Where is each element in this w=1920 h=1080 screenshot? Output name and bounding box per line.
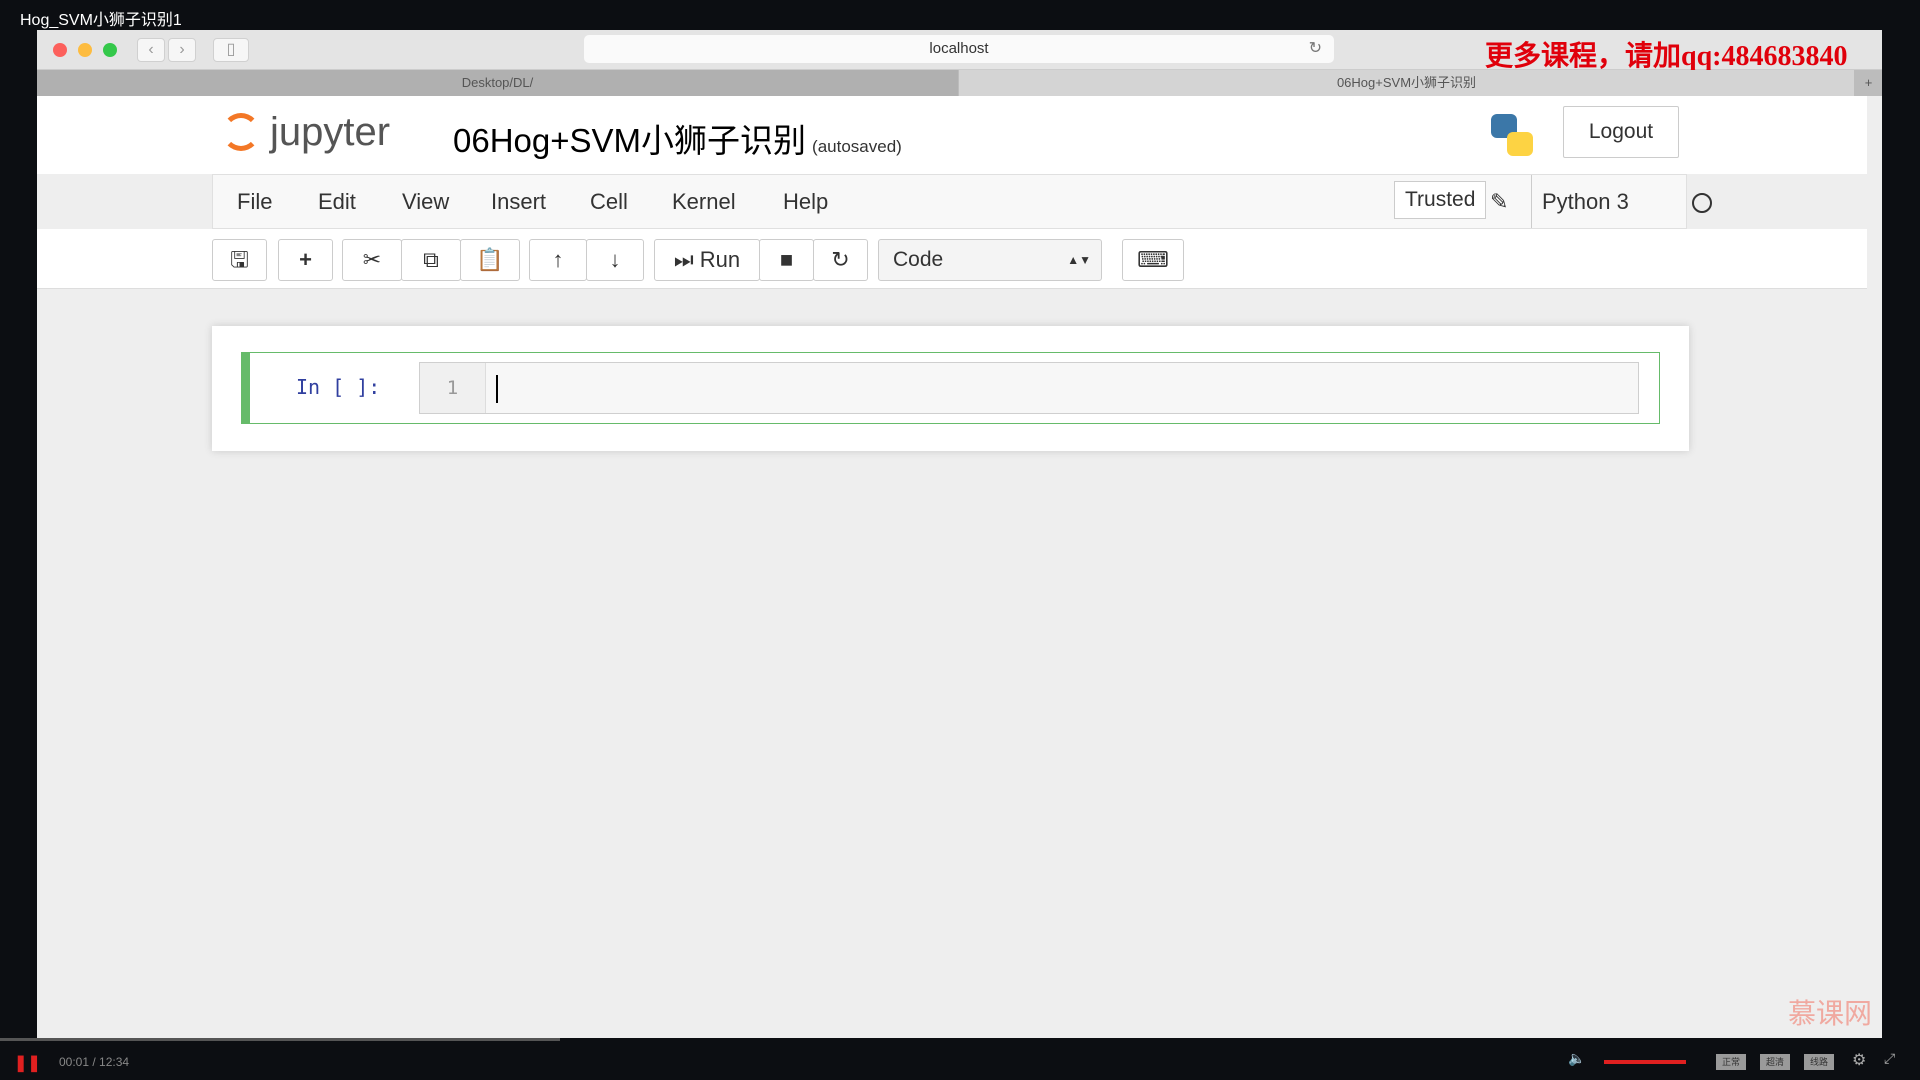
save-icon[interactable]: 🖫 — [212, 239, 267, 281]
menu-cell[interactable]: Cell — [590, 175, 628, 228]
autosave-status: (autosaved) — [812, 137, 902, 156]
minimize-window-button[interactable] — [78, 43, 92, 57]
new-tab-button[interactable]: + — [1855, 70, 1882, 96]
address-bar[interactable]: localhost ↻ — [584, 35, 1334, 63]
kernel-idle-icon — [1692, 193, 1712, 213]
video-controls: ❚❚ 00:01 / 12:34 🔈 正常 超清 线路 ⚙ ⤢ — [0, 1038, 1920, 1080]
kernel-name: Python 3 — [1531, 175, 1629, 228]
menu-file[interactable]: File — [237, 175, 272, 228]
cell-editor[interactable]: 1 — [419, 362, 1639, 414]
logout-button[interactable]: Logout — [1563, 106, 1679, 158]
promo-overlay: 更多课程，请加qq:484683840 — [1485, 41, 1848, 72]
select-arrows-icon: ▲▼ — [1067, 253, 1091, 267]
quality-normal-button[interactable]: 正常 — [1716, 1054, 1746, 1070]
video-title: Hog_SVM小狮子识别1 — [20, 12, 182, 29]
python-logo-icon — [1491, 114, 1533, 156]
url-text: localhost — [929, 40, 989, 57]
menu-insert[interactable]: Insert — [491, 175, 546, 228]
menu-view[interactable]: View — [402, 175, 449, 228]
menu-bar: File Edit View Insert Cell Kernel Help T… — [212, 174, 1712, 229]
notebook-title[interactable]: 06Hog+SVM小狮子识别 (autosaved) — [453, 114, 902, 162]
sidebar-icon[interactable]: ▯ — [213, 38, 249, 62]
watermark: 慕课网 — [1787, 998, 1872, 1029]
jupyter-logo[interactable]: jupyter — [222, 110, 390, 155]
interrupt-icon[interactable]: ■ — [759, 239, 814, 281]
add-cell-icon[interactable]: + — [278, 239, 333, 281]
jupyter-logo-text: jupyter — [270, 110, 391, 154]
text-cursor — [496, 375, 498, 403]
browser-toolbar: ‹ › ▯ localhost ↻ 更多课程，请加qq:484683840 — [37, 30, 1882, 72]
route-button[interactable]: 线路 — [1804, 1054, 1834, 1070]
close-window-button[interactable] — [53, 43, 67, 57]
edit-pencil-icon[interactable]: ✎ — [1490, 175, 1508, 228]
trusted-badge[interactable]: Trusted — [1394, 181, 1487, 219]
pause-icon[interactable]: ❚❚ — [14, 1053, 41, 1073]
run-icon: ⏭ — [673, 247, 694, 272]
tab-notebook[interactable]: 06Hog+SVM小狮子识别 — [959, 70, 1854, 96]
run-button[interactable]: ⏭ Run — [654, 239, 760, 281]
menu-kernel[interactable]: Kernel — [672, 175, 736, 228]
back-icon[interactable]: ‹ — [137, 38, 165, 62]
copy-icon[interactable]: ⧉ — [401, 239, 461, 281]
menu-edit[interactable]: Edit — [318, 175, 356, 228]
tab-desktop-dl[interactable]: Desktop/DL/ — [37, 70, 958, 96]
menu-help[interactable]: Help — [783, 175, 828, 228]
move-down-icon[interactable]: ↓ — [586, 239, 644, 281]
notebook-toolbar: 🖫 + ✂ ⧉ 📋 ↑ ↓ ⏭ Run ■ ↻ Code ▲▼ ⌨ — [37, 229, 1867, 289]
cell-type-value: Code — [893, 248, 944, 271]
maximize-window-button[interactable] — [103, 43, 117, 57]
volume-slider[interactable] — [1604, 1060, 1686, 1064]
video-time: 00:01 / 12:34 — [59, 1055, 130, 1069]
jupyter-header: jupyter 06Hog+SVM小狮子识别 (autosaved) Logout — [37, 96, 1867, 174]
reload-icon[interactable]: ↻ — [1309, 35, 1322, 63]
code-cell[interactable]: In [ ]: 1 — [241, 352, 1660, 424]
browser-window: ‹ › ▯ localhost ↻ 更多课程，请加qq:484683840 Des… — [37, 30, 1882, 1038]
paste-icon[interactable]: 📋 — [460, 239, 520, 281]
run-label: Run — [699, 247, 741, 272]
cut-icon[interactable]: ✂ — [342, 239, 402, 281]
progress-bar[interactable] — [0, 1038, 560, 1041]
notebook-name[interactable]: 06Hog+SVM小狮子识别 — [453, 122, 806, 159]
line-number: 1 — [420, 363, 486, 413]
move-up-icon[interactable]: ↑ — [529, 239, 587, 281]
restart-icon[interactable]: ↻ — [813, 239, 868, 281]
volume-icon[interactable]: 🔈 — [1568, 1050, 1585, 1067]
tab-bar: Desktop/DL/ 06Hog+SVM小狮子识别 + — [37, 70, 1882, 96]
fullscreen-icon[interactable]: ⤢ — [1884, 1050, 1895, 1067]
keyboard-icon[interactable]: ⌨ — [1122, 239, 1184, 281]
settings-icon[interactable]: ⚙ — [1852, 1050, 1866, 1070]
jupyter-logo-icon — [222, 113, 260, 151]
cell-type-select[interactable]: Code ▲▼ — [878, 239, 1102, 281]
cell-prompt: In [ ]: — [296, 375, 381, 399]
forward-icon[interactable]: › — [168, 38, 196, 62]
quality-hd-button[interactable]: 超清 — [1760, 1054, 1790, 1070]
notebook-container: In [ ]: 1 — [212, 326, 1689, 451]
